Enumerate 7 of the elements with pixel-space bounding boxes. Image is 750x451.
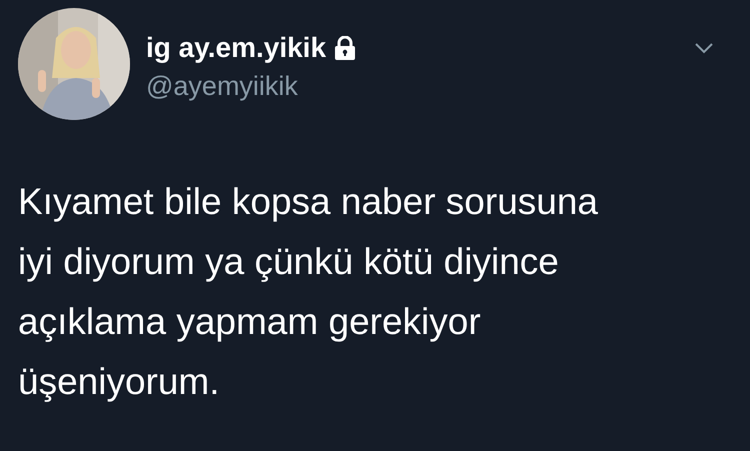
tweet-text-line: iyi diyorum ya çünkü kötü diyince xyxy=(18,240,559,284)
chevron-down-icon[interactable] xyxy=(694,42,714,54)
tweet-text-line: Kıyamet bile kopsa naber sorusuna xyxy=(18,180,598,224)
display-name[interactable]: ig ay.em.yikik xyxy=(146,32,326,64)
tweet-text-line: üşeniyorum. xyxy=(18,360,220,404)
user-handle[interactable]: @ayemyiikik xyxy=(146,70,694,102)
tweet-text-line: açıklama yapmam gerekiyor xyxy=(18,300,481,344)
